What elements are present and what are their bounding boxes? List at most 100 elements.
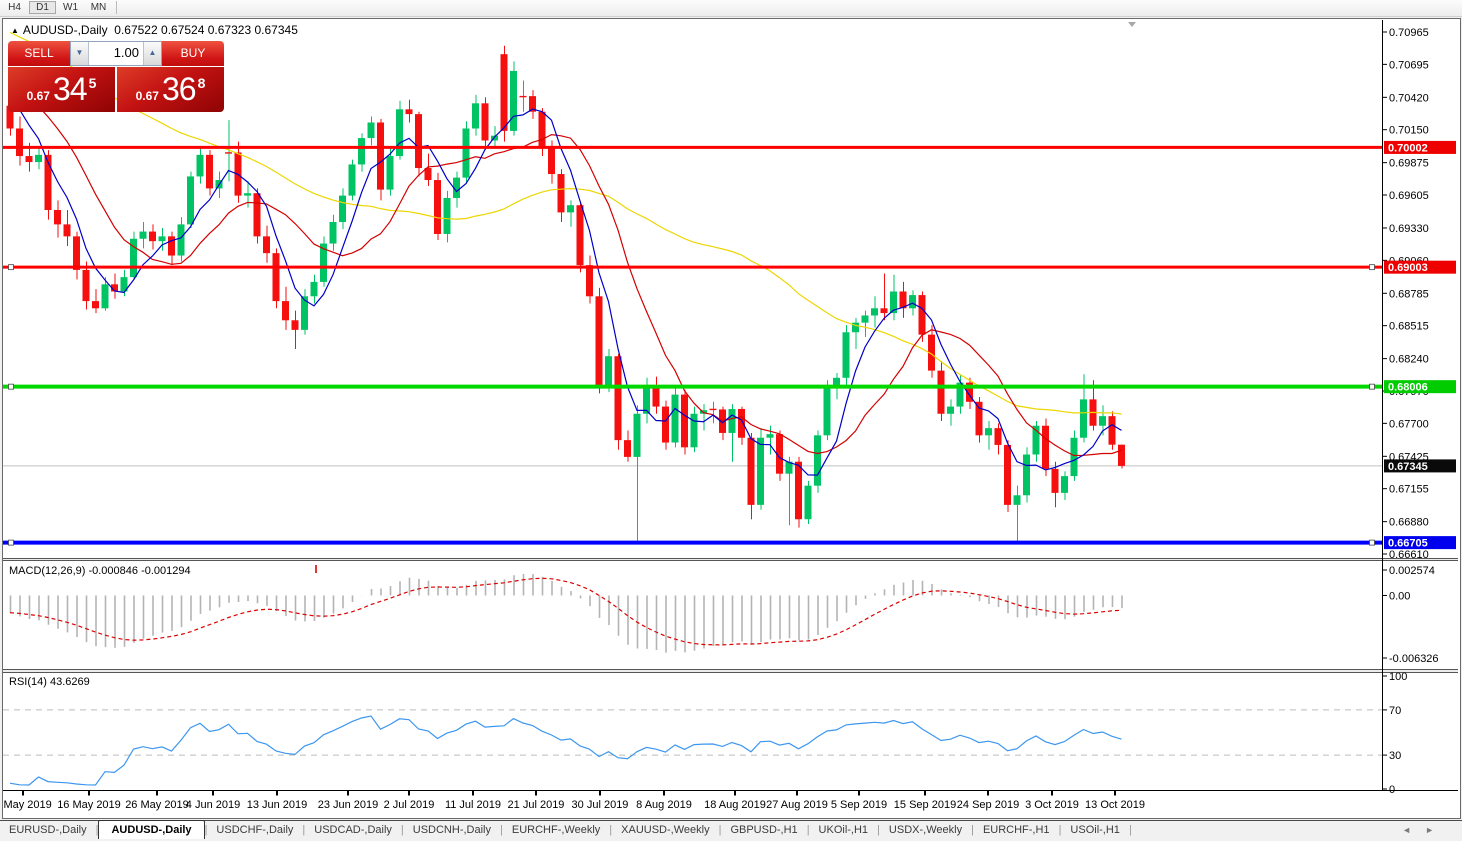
buy-price-display[interactable]: 0.67 36 8 [117,67,224,112]
sell-button[interactable]: SELL [8,41,70,66]
price-scale-label: 0.70695 [1389,59,1429,71]
tab-eurchf-h1[interactable]: EURCHF-,H1 [974,821,1059,838]
time-scale-label: 5 Sep 2019 [831,799,887,811]
trading-terminal: { "toolbar": { "timeframes": [ {"label":… [0,0,1462,841]
rsi-scale-label: 30 [1389,750,1401,762]
volume-increase-button[interactable]: ▲ [143,42,161,65]
macd-scale-label: 0.00 [1389,590,1410,602]
time-scale-label: 24 Sep 2019 [957,799,1019,811]
price-scale-label: 0.68785 [1389,288,1429,300]
time-scale-label: 18 Aug 2019 [704,799,766,811]
buy-price-prefix: 0.67 [135,88,159,103]
svg-text:0.69003: 0.69003 [1388,262,1428,274]
volume-spinner: ▼ 1.00 ▲ [70,41,162,66]
tab-usdchf-daily[interactable]: USDCHF-,Daily [207,821,302,838]
ohlc-open: 0.67522 [114,23,158,37]
rsi-indicator-label: RSI(14) 43.6269 [9,676,90,688]
tab-usoil-h1[interactable]: USOil-,H1 [1061,821,1129,838]
svg-text:0.70002: 0.70002 [1388,142,1428,154]
rsi-scale-label: 70 [1389,705,1401,717]
toolbar-separator [116,1,117,14]
time-scale-label: 15 Sep 2019 [894,799,956,811]
time-scale-label: 26 May 2019 [125,799,189,811]
chart-ohlc-header: ▲ AUDUSD-,Daily 0.67522 0.67524 0.67323 0… [11,23,298,37]
ohlc-high: 0.67524 [161,23,205,37]
price-scale-label: 0.69330 [1389,223,1429,235]
macd-scale-label: -0.006326 [1389,653,1439,665]
ohlc-low: 0.67323 [207,23,252,37]
chart-shift-marker-icon[interactable] [1128,22,1136,27]
tabs-scroll-right-icon[interactable]: ► [1425,825,1448,835]
buy-button[interactable]: BUY [162,41,224,66]
moving-average-5 [9,94,1122,476]
tab-audusd-daily[interactable]: AUDUSD-,Daily [98,820,205,839]
sell-price-display[interactable]: 0.67 34 5 [8,67,115,112]
price-scale-label: 0.68240 [1389,354,1429,366]
tab-usdcnh-daily[interactable]: USDCNH-,Daily [404,821,500,838]
collapse-panel-icon[interactable]: ▲ [11,26,19,35]
hline-handle-left[interactable] [8,264,14,271]
chart-canvas[interactable]: 0.70965 0.70695 0.70420 0.70150 0.69875 0.696… [3,19,1458,816]
timeframe-button-mn[interactable]: MN [85,1,112,14]
tab-eurusd-daily[interactable]: EURUSD-,Daily [0,821,96,838]
timeframe-button-h4[interactable]: H4 [1,1,28,14]
price-scale-label: 0.70965 [1389,27,1429,39]
candles-layer[interactable] [6,45,1126,544]
time-scale-label: 4 Jun 2019 [186,799,240,811]
tab-xauusd-weekly[interactable]: XAUUSD-,Weekly [612,821,718,838]
time-scale-label: 3 Oct 2019 [1025,799,1079,811]
time-scale-label: 8 Aug 2019 [636,799,692,811]
macd-indicator-label: MACD(12,26,9) -0.000846 -0.001294 [9,565,191,577]
tabs-scroll-left-icon[interactable]: ◄ [1402,825,1425,835]
rsi-line [9,715,1122,786]
time-scale-label: 11 Jul 2019 [445,799,501,811]
price-scale-label: 0.70150 [1389,125,1429,137]
tab-eurchf-weekly[interactable]: EURCHF-,Weekly [503,821,609,838]
price-scale-label: 0.69875 [1389,158,1429,170]
tab-gbpusd-h1[interactable]: GBPUSD-,H1 [721,821,806,838]
time-scale-label: 21 Jul 2019 [508,799,565,811]
volume-input[interactable]: 1.00 [89,42,143,65]
buy-price-pip: 8 [197,74,206,91]
price-scale-label: 0.69605 [1389,190,1429,202]
price-scale-label: 0.68515 [1389,321,1429,333]
timeframe-button-d1[interactable]: D1 [29,1,56,14]
hline-handle-right[interactable] [1369,539,1375,546]
svg-text:0.67345: 0.67345 [1388,461,1428,473]
buy-price-main: 36 [161,71,197,107]
time-scale-label: 16 May 2019 [57,799,121,811]
price-scale-label: 0.66610 [1389,549,1429,561]
chart-symbol-title: AUDUSD-,Daily [22,23,108,37]
hline-handle-left[interactable] [8,539,14,546]
time-scale-label: 23 Jun 2019 [318,799,379,811]
price-scale-label: 0.66880 [1389,517,1429,529]
price-scale-label: 0.67155 [1389,484,1429,496]
tab-usdx-weekly[interactable]: USDX-,Weekly [880,821,971,838]
moving-average-12 [9,87,1122,457]
time-scale-label: 7 May 2019 [3,799,52,811]
sell-price-prefix: 0.67 [26,88,50,103]
rsi-scale-label: 100 [1389,671,1407,683]
sell-price-main: 34 [52,71,88,107]
time-scale-label: 13 Oct 2019 [1085,799,1145,811]
time-scale-label: 27 Aug 2019 [766,799,828,811]
one-click-trading-panel: SELL ▼ 1.00 ▲ BUY 0.67 34 5 0.67 36 8 [8,41,224,112]
time-scale-label: 2 Jul 2019 [384,799,435,811]
hline-handle-right[interactable] [1369,383,1375,390]
time-scale-label: 13 Jun 2019 [247,799,308,811]
symbol-tabbar: EURUSD-,Daily | AUDUSD-,Daily | USDCHF-,Dail… [0,820,1462,841]
tab-usdcad-daily[interactable]: USDCAD-,Daily [305,821,401,838]
hline-handle-right[interactable] [1369,264,1375,271]
timeframe-button-w1[interactable]: W1 [57,1,84,14]
macd-signal-line [9,577,1122,646]
price-scale-label: 0.67700 [1389,418,1429,430]
svg-text:0.68006: 0.68006 [1388,382,1428,394]
price-scale-label: 0.70420 [1389,92,1429,104]
time-scale-label: 30 Jul 2019 [572,799,629,811]
timeframe-toolbar: H4 D1 W1 MN [0,0,1462,17]
volume-decrease-button[interactable]: ▼ [71,42,89,65]
ohlc-close: 0.67345 [254,23,298,37]
tab-ukoil-h1[interactable]: UKOil-,H1 [810,821,878,838]
tab-separator: | [1128,824,1132,836]
hline-handle-left[interactable] [8,383,14,390]
